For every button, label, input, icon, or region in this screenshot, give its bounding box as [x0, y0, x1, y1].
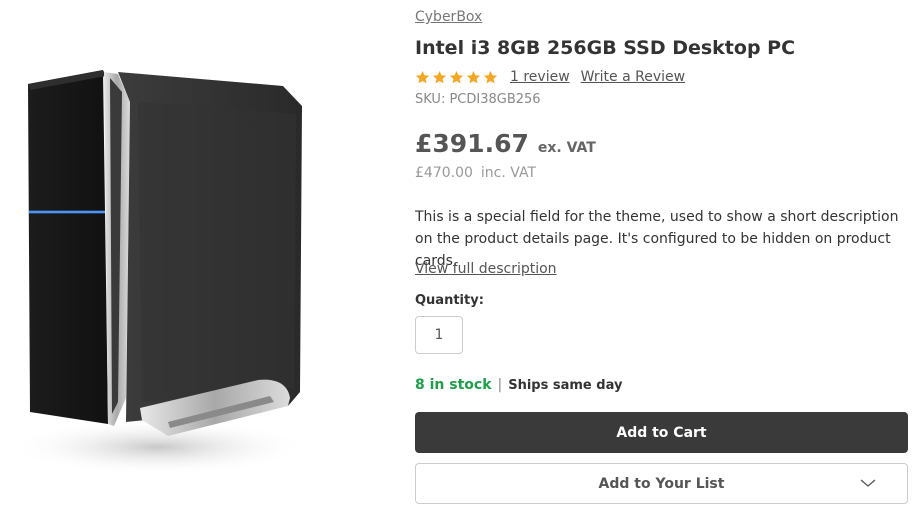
star-icon — [415, 70, 430, 83]
review-count-link[interactable]: 1 review — [510, 69, 570, 85]
star-rating — [415, 70, 498, 85]
star-icon — [483, 70, 498, 83]
quantity-label: Quantity: — [415, 293, 484, 308]
add-to-list-button[interactable]: Add to Your List — [415, 463, 908, 504]
desktop-pc-tower-image — [8, 70, 308, 475]
sku: SKU: PCDI38GB256 — [415, 92, 541, 107]
price-value: £391.67 — [415, 129, 529, 158]
add-to-cart-button[interactable]: Add to Cart — [415, 412, 908, 453]
sku-value: PCDI38GB256 — [449, 92, 541, 107]
product-image[interactable] — [8, 62, 308, 482]
price-ex-vat: £391.67 ex. VAT — [415, 129, 596, 158]
star-icon — [432, 70, 447, 83]
ships-same-day-label: Ships same day — [508, 377, 623, 393]
view-full-description-link[interactable]: View full description — [415, 261, 557, 277]
brand-link[interactable]: CyberBox — [415, 9, 482, 25]
price-ex-vat-label: ex. VAT — [537, 140, 596, 156]
in-stock-label: 8 in stock — [415, 377, 492, 393]
rating-row: 1 review Write a Review — [415, 69, 685, 85]
star-icon — [466, 70, 481, 83]
separator: | — [497, 377, 503, 393]
add-to-list-label: Add to Your List — [598, 475, 725, 492]
chevron-down-icon — [860, 479, 876, 487]
product-title: Intel i3 8GB 256GB SSD Desktop PC — [415, 37, 796, 59]
write-review-link[interactable]: Write a Review — [581, 69, 685, 85]
price-inc-value: £470.00 — [415, 165, 473, 181]
price-inc-vat: £470.00 inc. VAT — [415, 165, 536, 181]
star-icon — [449, 70, 464, 83]
sku-label: SKU: — [415, 92, 446, 107]
quantity-input[interactable] — [415, 316, 463, 354]
price-inc-vat-label: inc. VAT — [480, 165, 536, 181]
stock-status: 8 in stock | Ships same day — [415, 377, 622, 393]
